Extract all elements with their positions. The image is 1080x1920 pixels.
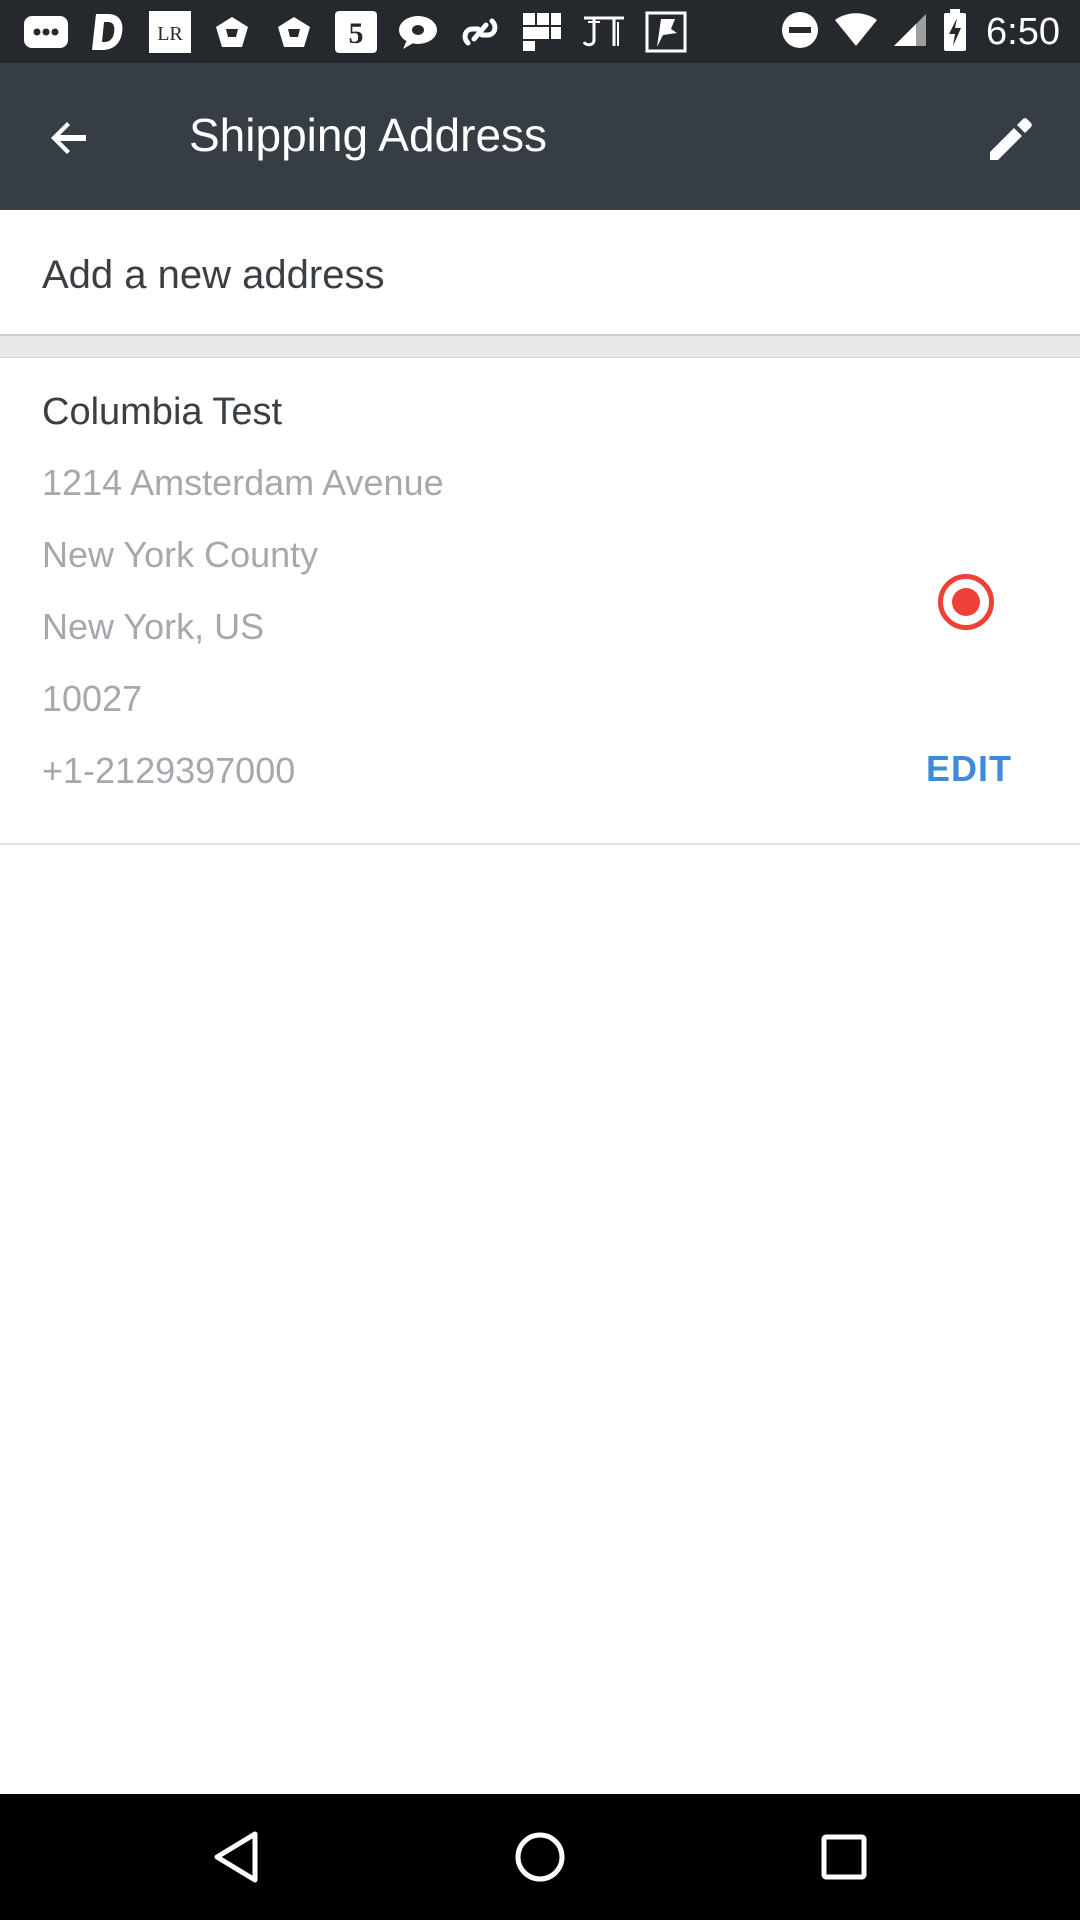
5-app-icon: 5: [332, 8, 380, 56]
arrow-back-icon: [51, 122, 86, 154]
radio-selected-dot: [952, 588, 980, 616]
do-not-disturb-icon: [780, 10, 820, 55]
battery-charging-icon: [942, 8, 968, 57]
shopping-bag-icon: [208, 8, 256, 56]
home-circle-icon: [515, 1832, 565, 1882]
edit-address-button[interactable]: EDIT: [926, 746, 1012, 792]
d-app-icon: [84, 8, 132, 56]
address-street: 1214 Amsterdam Avenue: [42, 462, 444, 503]
messages-icon: [22, 8, 70, 56]
system-icons: 6:50: [780, 8, 1060, 56]
app-bar: Shipping Address: [0, 63, 1080, 210]
flag-app-icon: [642, 8, 690, 56]
navigation-bar: [0, 1794, 1080, 1920]
pencil-icon: [990, 118, 1032, 160]
nav-recents-button[interactable]: [814, 1827, 874, 1887]
wifi-icon: [834, 12, 878, 53]
nav-home-button[interactable]: [510, 1827, 570, 1887]
back-button[interactable]: [40, 108, 100, 168]
section-divider: [0, 336, 1080, 358]
address-select-radio[interactable]: [938, 574, 994, 630]
grid-app-icon: [518, 8, 566, 56]
notification-icons: LR 5: [22, 8, 690, 56]
shopping-bag-icon: [270, 8, 318, 56]
add-new-address-label: Add a new address: [42, 253, 385, 297]
chat-bubble-icon: [394, 8, 442, 56]
address-state-country: New York, US: [42, 606, 265, 647]
svg-text:LR: LR: [157, 23, 183, 45]
jt-app-icon: [580, 8, 628, 56]
recents-square-icon: [821, 1834, 867, 1880]
add-new-address-row[interactable]: Add a new address: [0, 210, 1080, 336]
address-zip: 10027: [42, 678, 143, 719]
lr-app-icon: LR: [146, 8, 194, 56]
svg-text:5: 5: [349, 17, 364, 50]
address-county: New York County: [42, 534, 319, 575]
status-bar: LR 5 6:50: [0, 0, 1080, 63]
edit-mode-button[interactable]: [982, 108, 1042, 168]
page-title: Shipping Address: [189, 109, 548, 161]
nav-back-button[interactable]: [206, 1827, 266, 1887]
link-icon: [456, 8, 504, 56]
cell-signal-icon: [892, 12, 928, 53]
address-phone: +1-2129397000: [42, 750, 296, 791]
address-card[interactable]: Columbia Test 1214 Amsterdam Avenue New …: [0, 358, 1080, 845]
address-name: Columbia Test: [42, 391, 283, 433]
back-triangle-icon: [214, 1831, 258, 1883]
status-time: 6:50: [986, 10, 1060, 53]
